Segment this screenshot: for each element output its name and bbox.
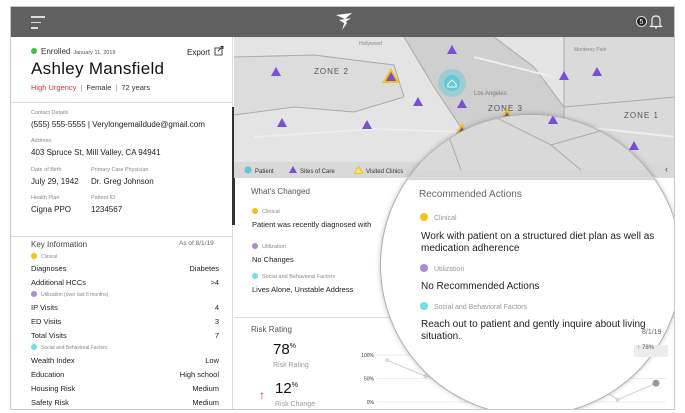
risk-rating-title: Risk Rating [251,325,292,334]
wc-utilization-text: No Changes [252,255,294,264]
legend-sites-of-care: Sites of Care [289,166,335,175]
divider [381,177,674,178]
chart-ytick-label: 100% [361,353,374,359]
wc-clinical-label: Clinical [252,208,280,215]
ra-clinical-text: Work with patient on a structured diet p… [421,231,655,254]
svg-text:Monterey Park: Monterey Park [574,47,607,53]
urgency-label: High Urgency [31,83,77,92]
ra-social-text: Reach out to patient and gently inquire … [421,319,646,342]
risk-change-label: Risk Change [275,401,316,408]
patient-meta: High Urgency | Female | 72 years [31,83,151,92]
hccs-row: Additional HCCs >4 [31,278,219,287]
notification-bell-icon[interactable] [649,14,663,29]
whats-changed-title: What's Changed [251,187,310,196]
enrollment-label: Enrolled [41,47,71,56]
top-bar: 5 [11,7,674,37]
risk-change-value: 12% [275,380,298,397]
chart-ytick-label: 0% [367,400,375,406]
enrolled-status-dot [31,48,37,54]
enrollment-status: Enrolled January 11, 2019 [31,47,115,56]
wc-social-text: Lives Alone, Unstable Address [252,285,354,294]
utilization-category: Utilization (over last 6 months) [31,291,108,298]
patient-name: Ashley Mansfield [31,59,165,78]
ra-social-label: Social and Behavioral Factors [420,302,527,311]
export-label: Export [187,48,211,57]
menu-icon[interactable] [31,16,45,33]
total-visits-row: Total Visits 7 [31,331,219,340]
svg-text:Hollywood: Hollywood [359,41,382,47]
notification-count-badge[interactable]: 5 [636,16,647,27]
dob-label: Date of Birth [31,167,62,173]
chart-point [423,374,428,379]
chart-point [652,379,660,387]
magnifier-lens [381,115,674,409]
contact-details-label: Contact Details [31,110,69,116]
address-value: 403 Spruce St, Mill Valley, CA 94941 [31,148,161,157]
divider [11,102,233,103]
wc-clinical-text: Patient was recently diagnosed with [252,220,372,229]
lens-legend [381,170,674,180]
key-information-title: Key Information [31,240,88,249]
address-label: Address [31,138,52,144]
key-information-as-of: As of 8/1/19 [179,240,214,247]
patient-id-label: Patient ID [91,195,116,201]
wc-utilization-label: Utilization [252,243,286,250]
pcp-label: Primary Care Physician [91,167,149,173]
risk-date: 8/1/19 [642,329,662,336]
health-plan-value: Cigna PPO [31,205,72,214]
legend-patient: Patient [244,166,274,175]
divider [11,236,233,237]
lens-map [381,115,674,171]
clinical-category: Clinical [31,253,57,260]
chart-ytick-label: 50% [364,377,375,383]
housing-risk-row: Housing Risk Medium [31,384,219,393]
pcp-value: Dr. Greg Johnson [91,177,154,186]
export-icon [214,46,224,56]
education-row: Education High school [31,370,219,379]
chart-point [615,397,620,402]
brand-logo [336,13,352,30]
ra-clinical-label: Clinical [420,213,457,222]
ed-visits-row: ED Visits 3 [31,317,219,326]
recommended-actions-title: Recommended Actions [419,189,522,200]
chart-point [385,358,389,363]
risk-rating-label: Risk Rating [273,362,309,369]
health-plan-label: Health Plan [31,195,60,201]
risk-rating-value: 78% [273,341,296,358]
dob-value: July 29, 1942 [31,177,79,186]
patient-age: 72 years [121,83,151,92]
safety-risk-row: Safety Risk Medium [31,398,219,407]
diagnoses-row: Diagnoses Diabetes [31,264,219,273]
ra-utilization-label: Utilization [420,264,464,273]
ra-utilization-text: No Recommended Actions [421,281,540,292]
patient-sex: Female [86,83,112,92]
social-category: Social and Behavioral Factors [31,344,107,351]
app-window: 5 Enrolled January 11, 2019 Export Ashley… [10,6,675,410]
export-button[interactable]: Export [187,46,224,57]
risk-up-arrow-icon: ↑ [259,388,265,402]
svg-text:Los Angeles: Los Angeles [474,91,507,97]
wealth-index-row: Wealth Index Low [31,356,219,365]
map-zone-label: ZONE 2 [314,67,349,76]
wc-social-label: Social and Behavioral Factors [252,273,335,280]
contact-phone-email: (555) 555-5555 | Verylongemaildude@gmail… [31,120,205,129]
chart-tooltip: ↑ 78% [634,345,668,357]
patient-id-value: 1234567 [91,205,123,214]
enroll-date: January 11, 2019 [73,50,116,56]
ip-visits-row: IP Visits 4 [31,303,219,312]
patient-panel: Enrolled January 11, 2019 Export Ashley M… [11,37,233,409]
